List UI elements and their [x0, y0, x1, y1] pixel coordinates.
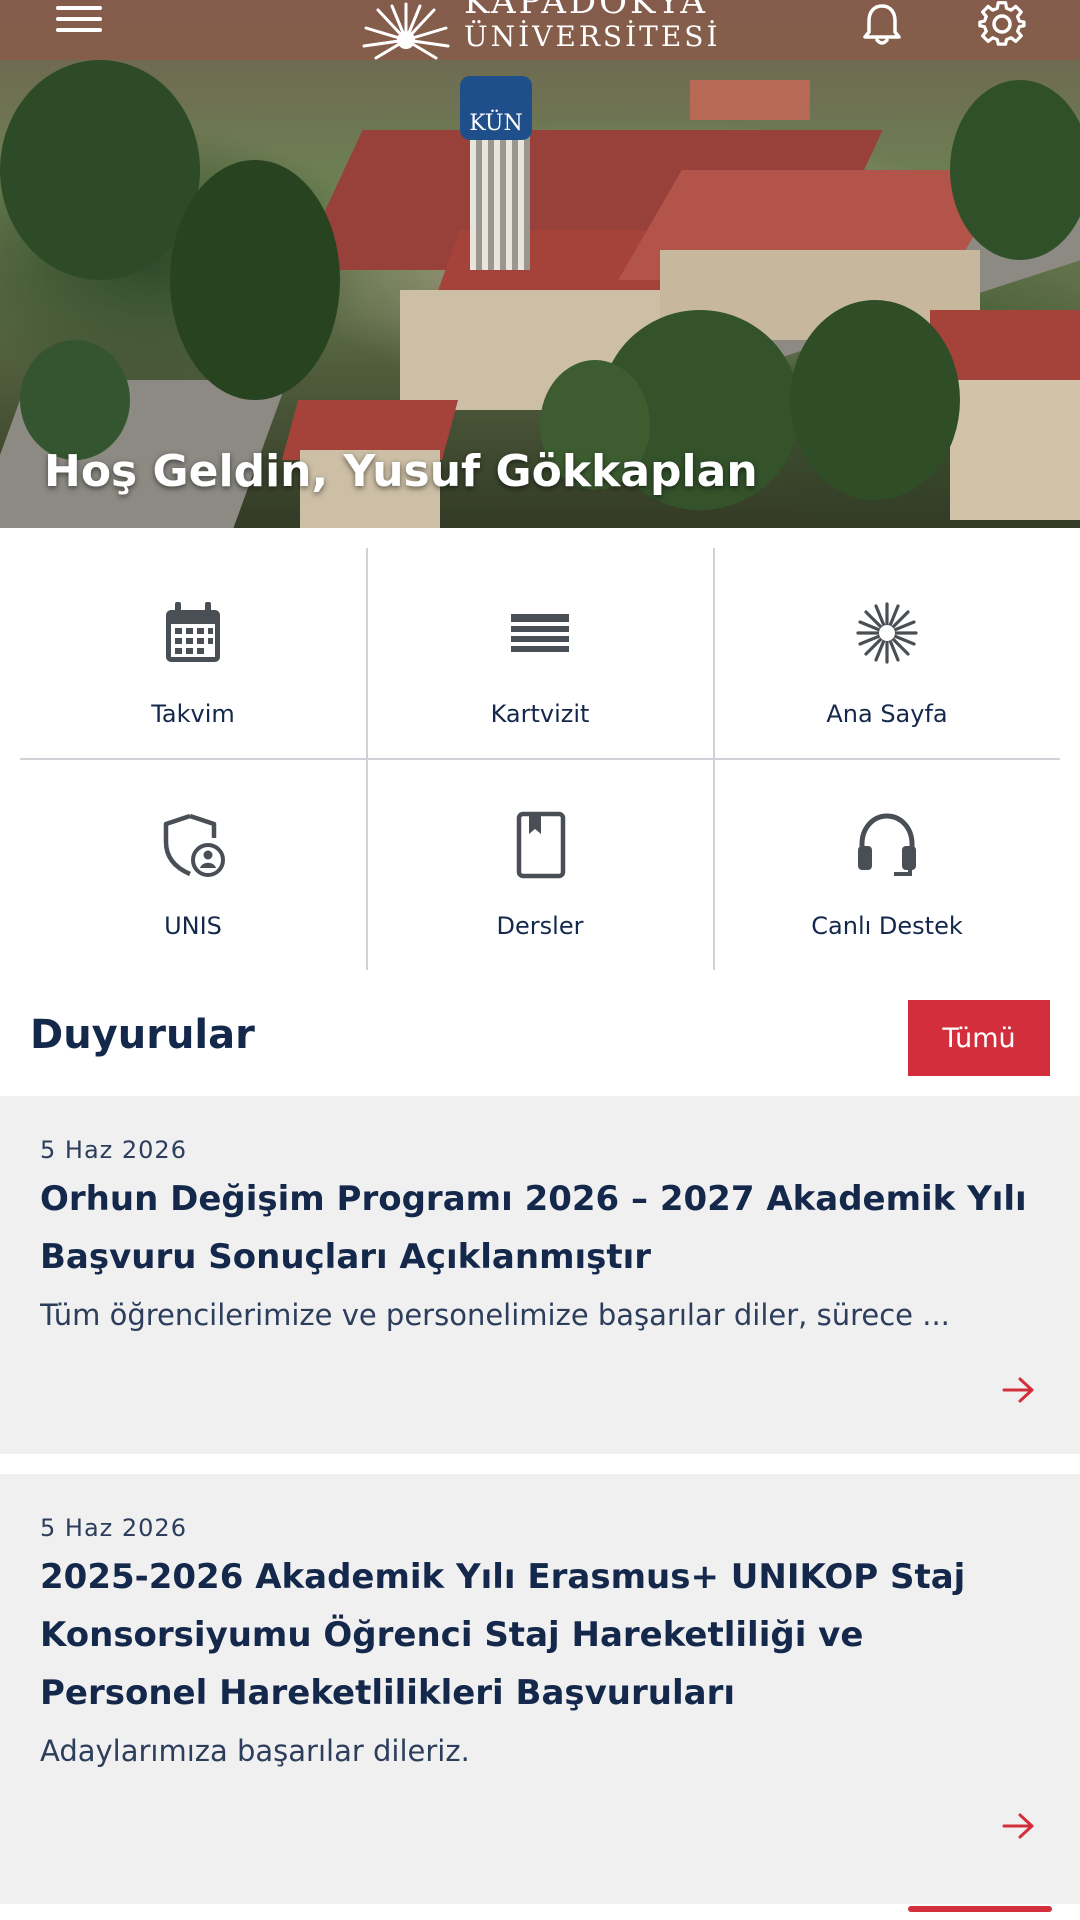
quick-link-label: Ana Sayfa [826, 700, 948, 728]
quick-link-ana-sayfa[interactable]: Ana Sayfa [714, 548, 1060, 759]
quick-link-canli-destek[interactable]: Canlı Destek [714, 760, 1060, 971]
quick-link-label: Takvim [151, 700, 235, 728]
hero-tree [950, 80, 1080, 260]
view-all-button[interactable]: Tümü [908, 1000, 1050, 1076]
announcement-date: 5 Haz 2026 [40, 1514, 187, 1542]
hero-wall [950, 380, 1080, 520]
announcement-description: Adaylarımıza başarılar dileriz. [40, 1734, 470, 1768]
quick-link-label: UNIS [164, 912, 222, 940]
quick-link-label: Canlı Destek [811, 912, 963, 940]
university-logo-icon [856, 602, 918, 664]
hero-banner: KÜN KAPADOKYA ÜNİVERSİTESİ Hoş Geldin, Y… [0, 0, 1080, 528]
quick-link-takvim[interactable]: Takvim [20, 548, 366, 759]
hamburger-menu-icon[interactable] [56, 6, 102, 40]
hero-tree [0, 60, 200, 280]
logo-text-top: KAPADOKYA [464, 0, 708, 22]
hero-roof [690, 80, 810, 120]
announcement-description: Tüm öğrencilerimize ve personelimize baş… [40, 1298, 950, 1332]
water-tower-tank: KÜN [460, 76, 532, 140]
calendar-icon [166, 602, 220, 662]
shield-user-icon [163, 813, 225, 877]
quick-link-kartvizit[interactable]: Kartvizit [367, 548, 713, 759]
hero-tree [20, 340, 130, 460]
gear-icon[interactable] [978, 0, 1026, 48]
card-lines-icon [511, 614, 569, 652]
quick-link-label: Dersler [496, 912, 584, 940]
bell-icon[interactable] [862, 2, 902, 46]
headset-icon [858, 813, 916, 876]
arrow-right-icon[interactable] [1002, 1812, 1036, 1840]
book-icon [516, 811, 566, 879]
scroll-indicator [908, 1906, 1052, 1912]
hero-tree [170, 160, 340, 400]
logo-text-bottom: ÜNİVERSİTESİ [464, 20, 721, 53]
quick-link-unis[interactable]: UNIS [20, 760, 366, 971]
university-sun-logo-icon [362, 2, 450, 60]
announcement-title: Orhun Değişim Programı 2026 – 2027 Akade… [40, 1179, 1027, 1277]
welcome-message: Hoş Geldin, Yusuf Gökkaplan [44, 446, 758, 497]
announcement-card[interactable]: 5 Haz 2026 2025-2026 Akademik Yılı Erasm… [0, 1474, 1080, 1904]
announcement-card[interactable]: 5 Haz 2026 Orhun Değişim Programı 2026 –… [0, 1096, 1080, 1454]
quick-link-dersler[interactable]: Dersler [367, 760, 713, 971]
hero-tree [790, 300, 960, 500]
top-bar: KAPADOKYA ÜNİVERSİTESİ [0, 0, 1080, 60]
university-logo[interactable]: KAPADOKYA ÜNİVERSİTESİ [356, 0, 736, 60]
announcement-title: 2025-2026 Akademik Yılı Erasmus+ UNIKOP … [40, 1557, 966, 1713]
announcement-date: 5 Haz 2026 [40, 1136, 187, 1164]
arrow-right-icon[interactable] [1002, 1376, 1036, 1404]
quick-link-label: Kartvizit [490, 700, 590, 728]
announcements-title: Duyurular [30, 1012, 255, 1058]
quick-links-grid: Takvim Kartvizit Ana Sayfa UNIS Dersler … [20, 548, 1060, 970]
